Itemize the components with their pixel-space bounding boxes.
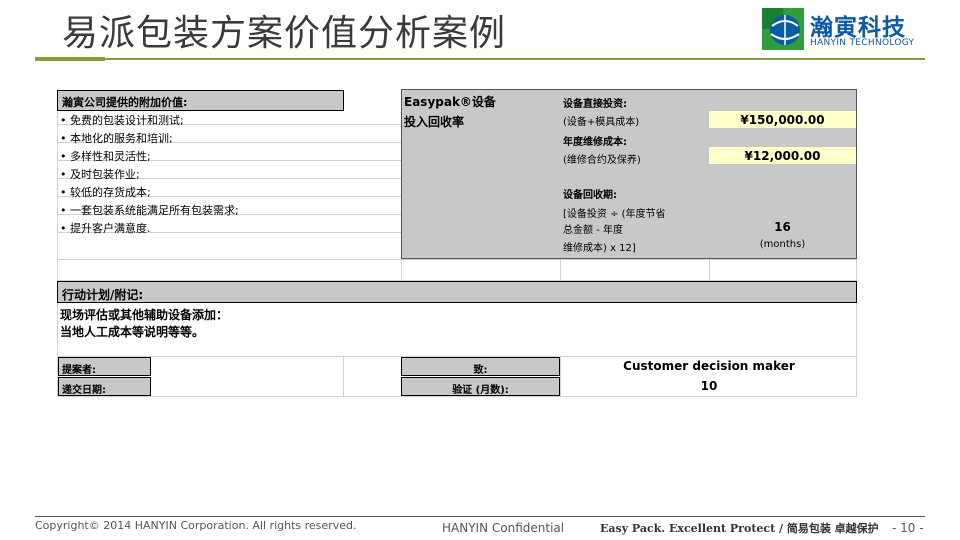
verify-value[interactable]: 10: [561, 379, 857, 393]
proposer-label: 提案者:: [58, 357, 151, 376]
value-added-item: • 一套包装系统能满足所有包装需求;: [60, 204, 239, 217]
to-value[interactable]: Customer decision maker: [561, 359, 857, 373]
action-plan-line: 现场评估或其他辅助设备添加：: [60, 308, 229, 322]
value-added-item: • 本地化的服务和培训;: [60, 132, 173, 145]
footer-confidential: HANYIN Confidential: [442, 521, 565, 535]
page-number: - 10 -: [892, 521, 924, 535]
value-analysis-sheet: 瀚寅公司提供的附加价值: • 免费的包装设计和测试; • 本地化的服务和培训; …: [57, 89, 857, 397]
title-underline: [35, 58, 925, 60]
payback-label: 设备回收期:: [563, 190, 617, 201]
title-underline-accent: [35, 57, 105, 61]
proposer-value[interactable]: [152, 357, 343, 376]
logo-name-en: HANYIN TECHNOLOGY: [810, 38, 915, 48]
payback-formula-line: [设备投资 ÷ (年度节省: [563, 209, 666, 220]
slide-title: 易派包装方案价值分析案例: [62, 13, 507, 54]
equipment-label: Easypak®设备: [404, 95, 496, 109]
direct-investment-sub: (设备+模具成本): [563, 117, 640, 128]
globe-logo-icon: [762, 8, 804, 50]
company-logo: 瀚寅科技 HANYIN TECHNOLOGY: [762, 6, 922, 52]
footer-copyright: Copyright© 2014 HANYIN Corporation. All …: [35, 519, 357, 532]
value-added-item: • 免费的包装设计和测试;: [60, 114, 184, 127]
value-added-item: • 提升客户满意度.: [60, 222, 151, 235]
submit-date-value[interactable]: [152, 377, 343, 396]
payback-unit: (months): [759, 239, 806, 250]
submit-date-label: 递交日期:: [58, 377, 151, 396]
value-added-header: 瀚寅公司提供的附加价值:: [57, 90, 344, 111]
value-added-item: • 多样性和灵活性;: [60, 150, 151, 163]
maintenance-value[interactable]: ¥12,000.00: [709, 147, 856, 164]
value-added-item: • 较低的存货成本;: [60, 186, 151, 199]
verify-label: 验证 (月数):: [401, 377, 560, 396]
direct-investment-label: 设备直接投资:: [563, 99, 627, 110]
maintenance-label: 年度维修成本:: [563, 137, 627, 148]
payback-formula-line: 维修成本) x 12]: [563, 243, 636, 254]
payback-formula-line: 总金额 - 年度: [563, 225, 623, 236]
logo-name-cn: 瀚寅科技: [810, 15, 906, 41]
value-added-item: • 及时包装作业;: [60, 168, 140, 181]
roi-label: 投入回收率: [404, 115, 465, 129]
footer-divider: [35, 516, 925, 517]
action-plan-line: 当地人工成本等说明等等。: [60, 325, 205, 339]
maintenance-sub: (维修合约及保养): [563, 155, 641, 166]
action-plan-header: 行动计划/附记:: [57, 281, 857, 303]
footer-slogan: Easy Pack. Excellent Protect / 简易包装 卓越保护: [600, 522, 879, 535]
to-label: 致:: [401, 357, 560, 376]
payback-value: 16: [774, 220, 791, 234]
direct-investment-value[interactable]: ¥150,000.00: [709, 111, 856, 128]
